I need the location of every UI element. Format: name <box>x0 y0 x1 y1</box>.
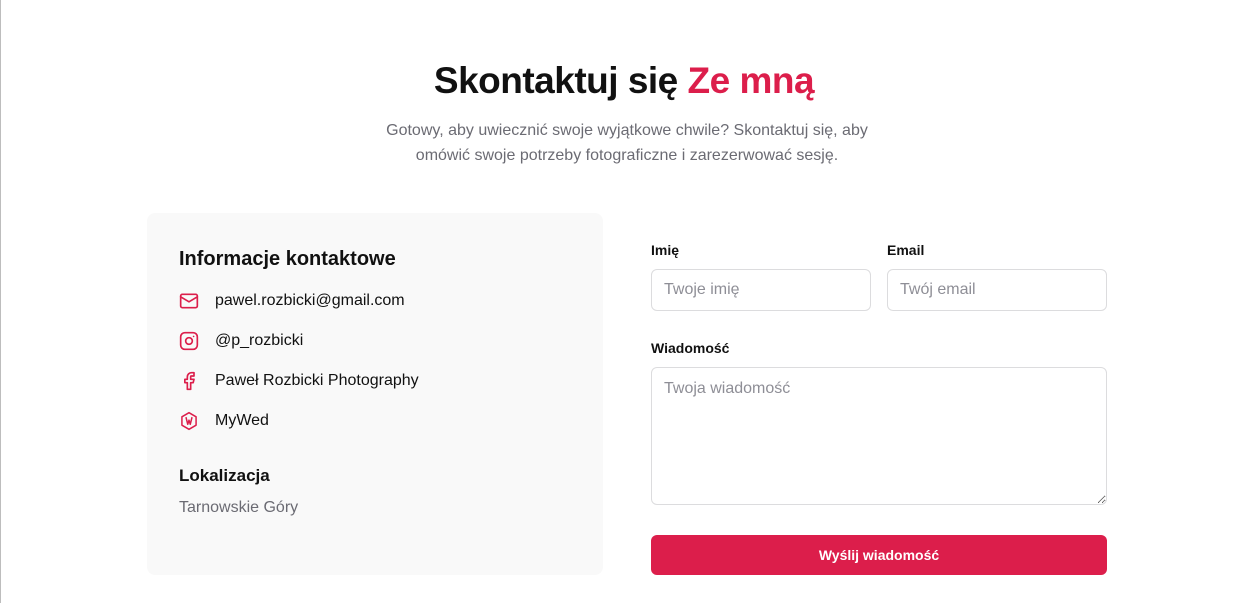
contact-item-instagram[interactable]: @p_rozbicki <box>179 329 303 353</box>
page-title-main: Skontaktuj się <box>433 60 678 101</box>
contact-item-email[interactable]: pawel.rozbicki@gmail.com <box>179 289 405 313</box>
send-message-button[interactable]: Wyślij wiadomość <box>651 535 1107 575</box>
name-label: Imię <box>651 242 680 258</box>
page-title-accent: Ze mną <box>687 60 815 101</box>
message-label: Wiadomość <box>651 340 730 356</box>
contact-item-facebook[interactable]: Paweł Rozbicki Photography <box>179 369 419 393</box>
email-input[interactable] <box>887 269 1107 311</box>
mywed-icon <box>179 411 199 431</box>
email-label: Email <box>887 242 925 258</box>
contact-item-label: Paweł Rozbicki Photography <box>215 372 419 389</box>
page-subtitle: Gotowy, aby uwiecznić swoje wyjątkowe ch… <box>386 122 868 164</box>
contact-item-label: pawel.rozbicki@gmail.com <box>215 292 405 309</box>
contact-item-label: @p_rozbicki <box>215 332 304 349</box>
contact-page: Skontaktuj się Ze mną Gotowy, aby uwiecz… <box>0 0 1246 603</box>
location-label: Lokalizacja <box>179 466 270 485</box>
contact-item-label: MyWed <box>215 412 269 429</box>
location-value: Tarnowskie Góry <box>179 499 299 516</box>
facebook-icon <box>179 371 199 391</box>
name-input[interactable] <box>651 269 871 311</box>
mail-icon <box>179 291 199 311</box>
contact-item-mywed[interactable]: MyWed <box>179 409 269 433</box>
contact-info-title: Informacje kontaktowe <box>179 248 396 270</box>
message-textarea[interactable] <box>651 367 1107 505</box>
page-title: Skontaktuj się Ze mną <box>1 58 1246 104</box>
instagram-icon <box>179 331 199 351</box>
